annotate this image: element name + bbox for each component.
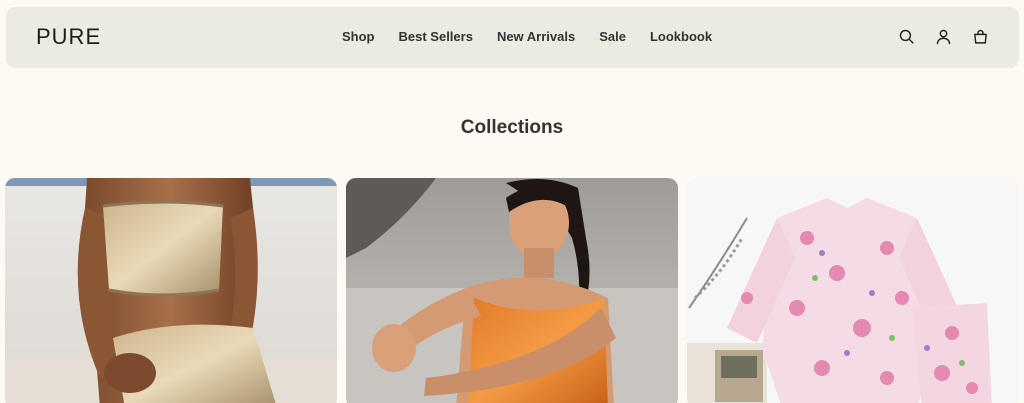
nav-item-lookbook[interactable]: Lookbook [650,29,712,45]
cart-bag-icon[interactable] [972,28,989,45]
nav-item-new-arrivals[interactable]: New Arrivals [497,29,575,45]
account-icon[interactable] [935,28,952,45]
loungewear-image [687,178,1019,403]
site-header: PURE Shop Best Sellers New Arrivals Sale… [6,7,1019,68]
collections-title: Collections [460,117,564,138]
activewear-image [346,178,678,403]
collection-card-loungewear[interactable] [687,178,1019,403]
sequin-set-image [5,178,337,403]
nav-item-sale[interactable]: Sale [599,29,626,45]
search-icon[interactable] [898,28,915,45]
nav-item-shop[interactable]: Shop [342,29,375,45]
collection-card-activewear[interactable] [346,178,678,403]
brand-logo[interactable]: PURE [36,26,101,48]
main-nav: Shop Best Sellers New Arrivals Sale Look… [342,29,712,45]
nav-item-best-sellers[interactable]: Best Sellers [399,29,473,45]
header-actions [898,28,989,45]
collection-card-sequin-set[interactable] [5,178,337,403]
